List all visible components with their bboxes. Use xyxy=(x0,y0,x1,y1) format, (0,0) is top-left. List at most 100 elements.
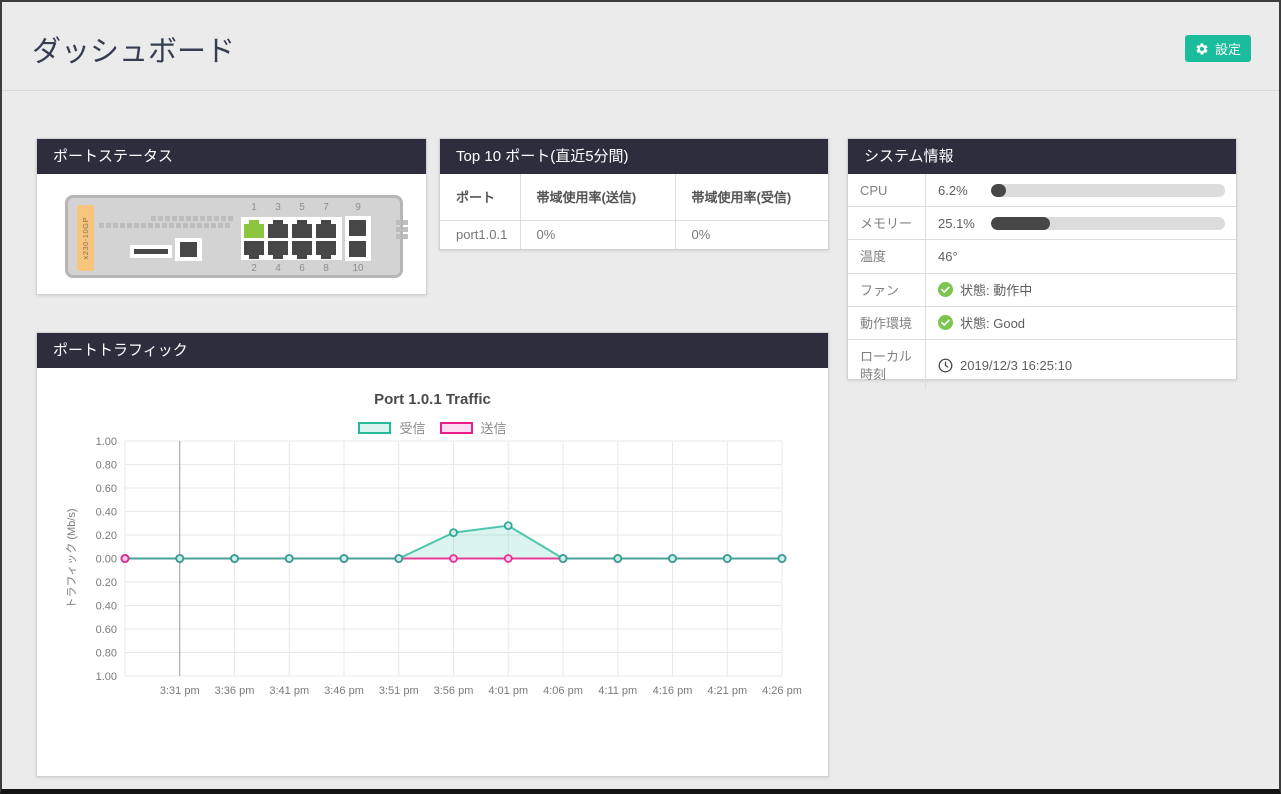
system-info-row: 動作環境 状態: Good xyxy=(848,306,1236,339)
usage-bar xyxy=(991,184,1225,197)
y-tick-label: 0.40 xyxy=(96,507,117,519)
port-number-2: 2 xyxy=(244,263,264,274)
dashboard-page: ダッシュボード 設定 ポートステータス x230-10GP 1234567891… xyxy=(0,0,1281,794)
status-led xyxy=(155,223,160,228)
status-led xyxy=(193,216,198,221)
check-circle-icon xyxy=(938,282,953,297)
port-10[interactable] xyxy=(349,241,366,257)
x-tick-label: 4:26 pm xyxy=(762,685,802,697)
x-tick-label: 3:46 pm xyxy=(324,685,364,697)
legend-swatch xyxy=(358,422,391,434)
tx-point[interactable] xyxy=(505,555,512,562)
tx-point-first[interactable] xyxy=(122,555,129,562)
y-tick-label: 0.60 xyxy=(96,483,117,495)
x-tick-label: 4:06 pm xyxy=(543,685,583,697)
status-led xyxy=(214,216,219,221)
rx-point[interactable] xyxy=(231,555,238,562)
status-led xyxy=(162,223,167,228)
status-led xyxy=(169,223,174,228)
system-value: 状態: 動作中 xyxy=(960,280,1032,299)
table-row: port1.0.10%0% xyxy=(440,220,828,249)
status-led xyxy=(396,220,401,225)
x-tick-label: 3:51 pm xyxy=(379,685,419,697)
system-info-row: ローカル時刻 2019/12/3 16:25:10 xyxy=(848,339,1236,390)
status-led xyxy=(99,223,104,228)
port-number-4: 4 xyxy=(268,263,288,274)
y-axis-title: トラフィック (Mb/s) xyxy=(65,509,78,609)
port-number-9: 9 xyxy=(348,202,368,213)
status-led xyxy=(141,223,146,228)
y-tick-label: 0.60 xyxy=(96,624,117,636)
system-value: 46° xyxy=(938,249,958,264)
port-1[interactable] xyxy=(244,224,264,238)
rx-point[interactable] xyxy=(614,555,621,562)
y-tick-label: 0.80 xyxy=(96,648,117,660)
system-info-row: CPU 6.2% xyxy=(848,174,1236,206)
port-number-1: 1 xyxy=(244,202,264,213)
gear-icon xyxy=(1195,42,1209,56)
switch-device: x230-10GP 12345678910 xyxy=(65,195,403,278)
x-tick-label: 4:11 pm xyxy=(598,685,637,697)
y-tick-label: 0.00 xyxy=(96,554,117,566)
system-label: ファン xyxy=(848,274,926,306)
y-tick-label: 0.20 xyxy=(96,530,117,542)
top10-column-header: ポート xyxy=(440,174,520,220)
panel-port-traffic: ポートトラフィック Port 1.0.1 Traffic 受信 送信 1.000… xyxy=(36,332,829,777)
settings-button-label: 設定 xyxy=(1215,39,1241,58)
settings-button[interactable]: 設定 xyxy=(1185,35,1251,62)
page-title: ダッシュボード xyxy=(32,28,235,70)
port-5[interactable] xyxy=(292,224,312,238)
y-tick-label: 0.40 xyxy=(96,601,117,613)
port-8[interactable] xyxy=(316,241,336,255)
top10-table: ポート帯域使用率(送信)帯域使用率(受信) port1.0.10%0% xyxy=(440,174,828,249)
rx-point[interactable] xyxy=(505,522,512,529)
rx-point[interactable] xyxy=(724,555,731,562)
y-tick-label: 1.00 xyxy=(96,671,117,683)
panel-system-title: システム情報 xyxy=(848,139,1236,174)
status-led xyxy=(403,227,408,232)
system-label: 温度 xyxy=(848,240,926,272)
device-model-label: x230-10GP xyxy=(81,217,90,259)
status-led xyxy=(172,216,177,221)
port-3[interactable] xyxy=(268,224,288,238)
top10-cell: port1.0.1 xyxy=(440,220,520,249)
top10-column-header: 帯域使用率(受信) xyxy=(675,174,828,220)
x-tick-label: 4:16 pm xyxy=(653,685,693,697)
rx-point[interactable] xyxy=(395,555,402,562)
rx-point[interactable] xyxy=(286,555,293,562)
status-led xyxy=(221,216,226,221)
port-7[interactable] xyxy=(316,224,336,238)
x-tick-label: 3:36 pm xyxy=(215,685,255,697)
panel-traffic-title: ポートトラフィック xyxy=(37,333,828,368)
port-number-10: 10 xyxy=(348,263,368,274)
panel-port-status-title: ポートステータス xyxy=(37,139,426,174)
clock-icon xyxy=(938,358,953,373)
rx-point[interactable] xyxy=(450,529,457,536)
status-led xyxy=(225,223,230,228)
y-tick-label: 0.80 xyxy=(96,460,117,472)
port-4[interactable] xyxy=(268,241,288,255)
rx-point[interactable] xyxy=(341,555,348,562)
port-6[interactable] xyxy=(292,241,312,255)
status-led xyxy=(403,234,408,239)
panel-system-info: システム情報 CPU 6.2% メモリー 25.1% 温度 46°ファン 状態:… xyxy=(847,138,1237,380)
port-9[interactable] xyxy=(349,220,366,236)
status-led xyxy=(179,216,184,221)
system-label: ローカル時刻 xyxy=(848,340,926,390)
port-2[interactable] xyxy=(244,241,264,255)
status-led xyxy=(396,234,401,239)
traffic-chart[interactable]: 1.000.800.600.400.200.000.200.400.600.80… xyxy=(37,433,830,733)
top10-table-header-row: ポート帯域使用率(送信)帯域使用率(受信) xyxy=(440,174,828,220)
rx-point[interactable] xyxy=(669,555,676,562)
status-led xyxy=(134,223,139,228)
rx-point[interactable] xyxy=(779,555,786,562)
panel-top10-title: Top 10 ポート(直近5分間) xyxy=(440,139,828,174)
rx-point[interactable] xyxy=(176,555,183,562)
sd-slot-opening xyxy=(134,249,168,254)
status-led xyxy=(207,216,212,221)
rx-point[interactable] xyxy=(560,555,567,562)
tx-point[interactable] xyxy=(450,555,457,562)
legend-swatch xyxy=(440,422,473,434)
status-led xyxy=(158,216,163,221)
status-led xyxy=(211,223,216,228)
